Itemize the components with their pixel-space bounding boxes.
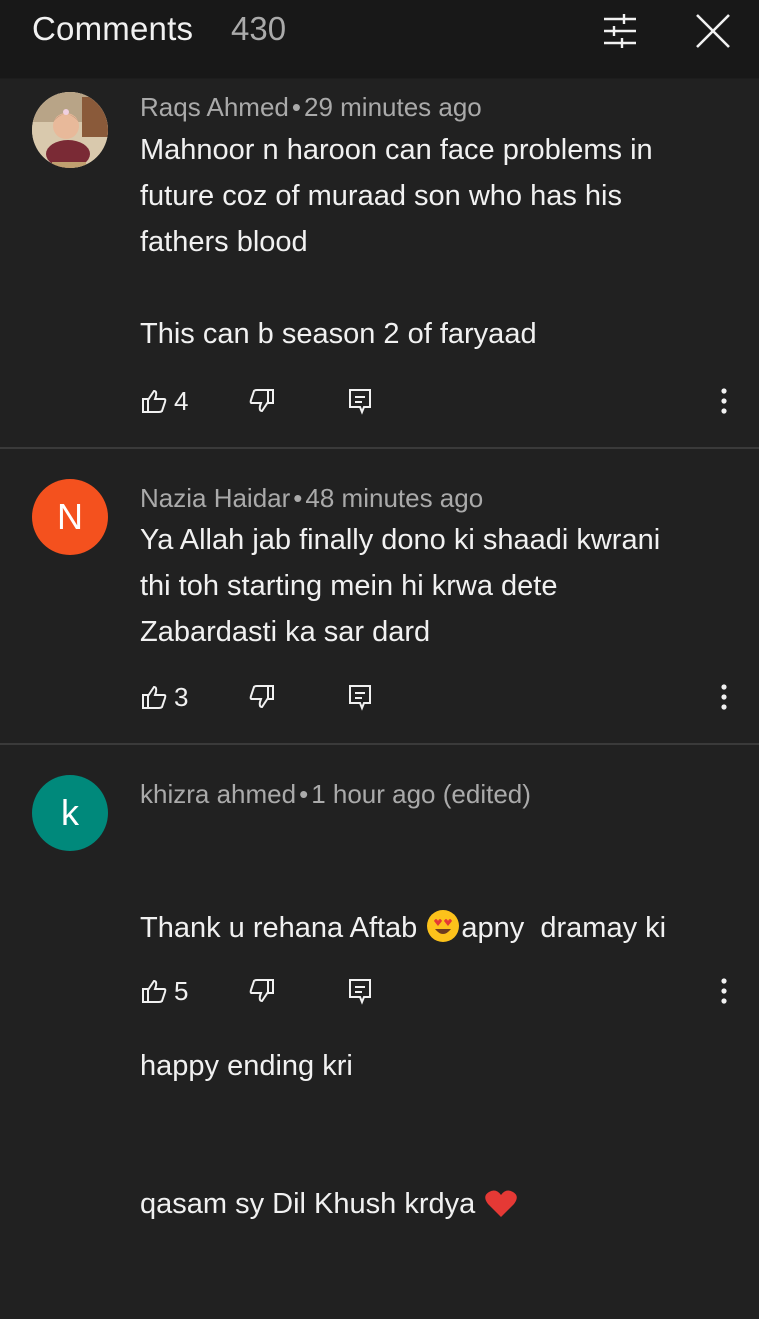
red-heart-emoji-icon <box>485 1190 518 1217</box>
comment-time: 1 hour ago <box>311 779 436 809</box>
more-vert-icon <box>721 388 727 414</box>
dislike-button[interactable] <box>248 971 276 1011</box>
thumbs-up-icon <box>142 979 167 1003</box>
comment-author[interactable]: khizra ahmed <box>140 779 296 809</box>
comments-header: Comments 430 <box>0 0 759 79</box>
avatar[interactable] <box>32 92 108 168</box>
thumbs-up-icon <box>142 685 167 709</box>
comment-author[interactable]: Nazia Haidar <box>140 483 290 513</box>
comments-count: 430 <box>231 10 287 47</box>
like-count: 4 <box>174 385 189 416</box>
more-vert-icon <box>721 684 727 710</box>
thumbs-down-icon <box>249 389 274 413</box>
like-count: 3 <box>174 681 189 712</box>
like-button[interactable]: 4 <box>140 381 188 421</box>
comment-line: qasam sy Dil Khush krdya <box>140 1181 719 1227</box>
comment-line: Thank u rehana Aftab apny dramay ki <box>140 905 719 951</box>
comments-title: Comments <box>32 10 194 47</box>
comment-text: Ya Allah jab finally dono ki shaadi kwra… <box>140 524 661 648</box>
like-button[interactable]: 3 <box>140 677 188 717</box>
thumbs-up-icon <box>142 389 167 413</box>
more-options-button[interactable] <box>712 677 736 717</box>
reply-button[interactable] <box>346 971 374 1011</box>
reply-button[interactable] <box>346 381 374 421</box>
avatar-letter: N <box>57 496 83 537</box>
dislike-button[interactable] <box>248 381 276 421</box>
more-options-button[interactable] <box>712 971 736 1011</box>
child-photo-icon <box>32 92 108 168</box>
reply-button[interactable] <box>346 677 374 717</box>
close-button[interactable] <box>690 8 736 54</box>
comment-time: 29 minutes ago <box>303 92 482 122</box>
edited-label: (edited) <box>442 779 531 809</box>
comment-item: Raqs Ahmed • 29 minutes ago Mahnoor n haro… <box>0 79 759 447</box>
comment-meta: khizra ahmed • 1 hour ago (edited) <box>140 779 531 809</box>
thumbs-down-icon <box>249 685 274 709</box>
comment-item: k khizra ahmed • 1 hour ago (edited) Thank… <box>0 743 759 1220</box>
close-icon <box>696 14 730 48</box>
avatar-letter: k <box>61 792 79 833</box>
avatar[interactable]: N <box>32 479 108 555</box>
comment-line: happy ending kri <box>140 1050 353 1082</box>
more-options-button[interactable] <box>712 381 736 421</box>
filter-button[interactable] <box>597 8 643 54</box>
comment-item: N Nazia Haidar • 48 minutes ago Ya Allah j… <box>0 447 759 743</box>
avatar[interactable]: k <box>32 775 108 851</box>
comment-meta: Nazia Haidar • 48 minutes ago <box>140 483 484 513</box>
comment-author[interactable]: Raqs Ahmed <box>140 92 289 122</box>
heart-eyes-emoji-icon <box>427 910 460 942</box>
dislike-button[interactable] <box>248 677 276 717</box>
more-vert-icon <box>721 978 727 1004</box>
reply-icon <box>349 389 371 415</box>
reply-icon <box>349 685 371 711</box>
reply-icon <box>349 979 371 1005</box>
comment-time: 48 minutes ago <box>305 483 484 513</box>
thumbs-down-icon <box>249 979 274 1003</box>
sliders-icon <box>604 14 636 48</box>
comment-text: Mahnoor n haroon can face problems in fu… <box>140 134 653 350</box>
like-button[interactable]: 5 <box>140 971 188 1011</box>
comment-meta: Raqs Ahmed • 29 minutes ago <box>140 92 482 122</box>
like-count: 5 <box>174 975 189 1006</box>
comment-text: Thank u rehana Aftab apny dramay ki happ… <box>140 813 719 1319</box>
